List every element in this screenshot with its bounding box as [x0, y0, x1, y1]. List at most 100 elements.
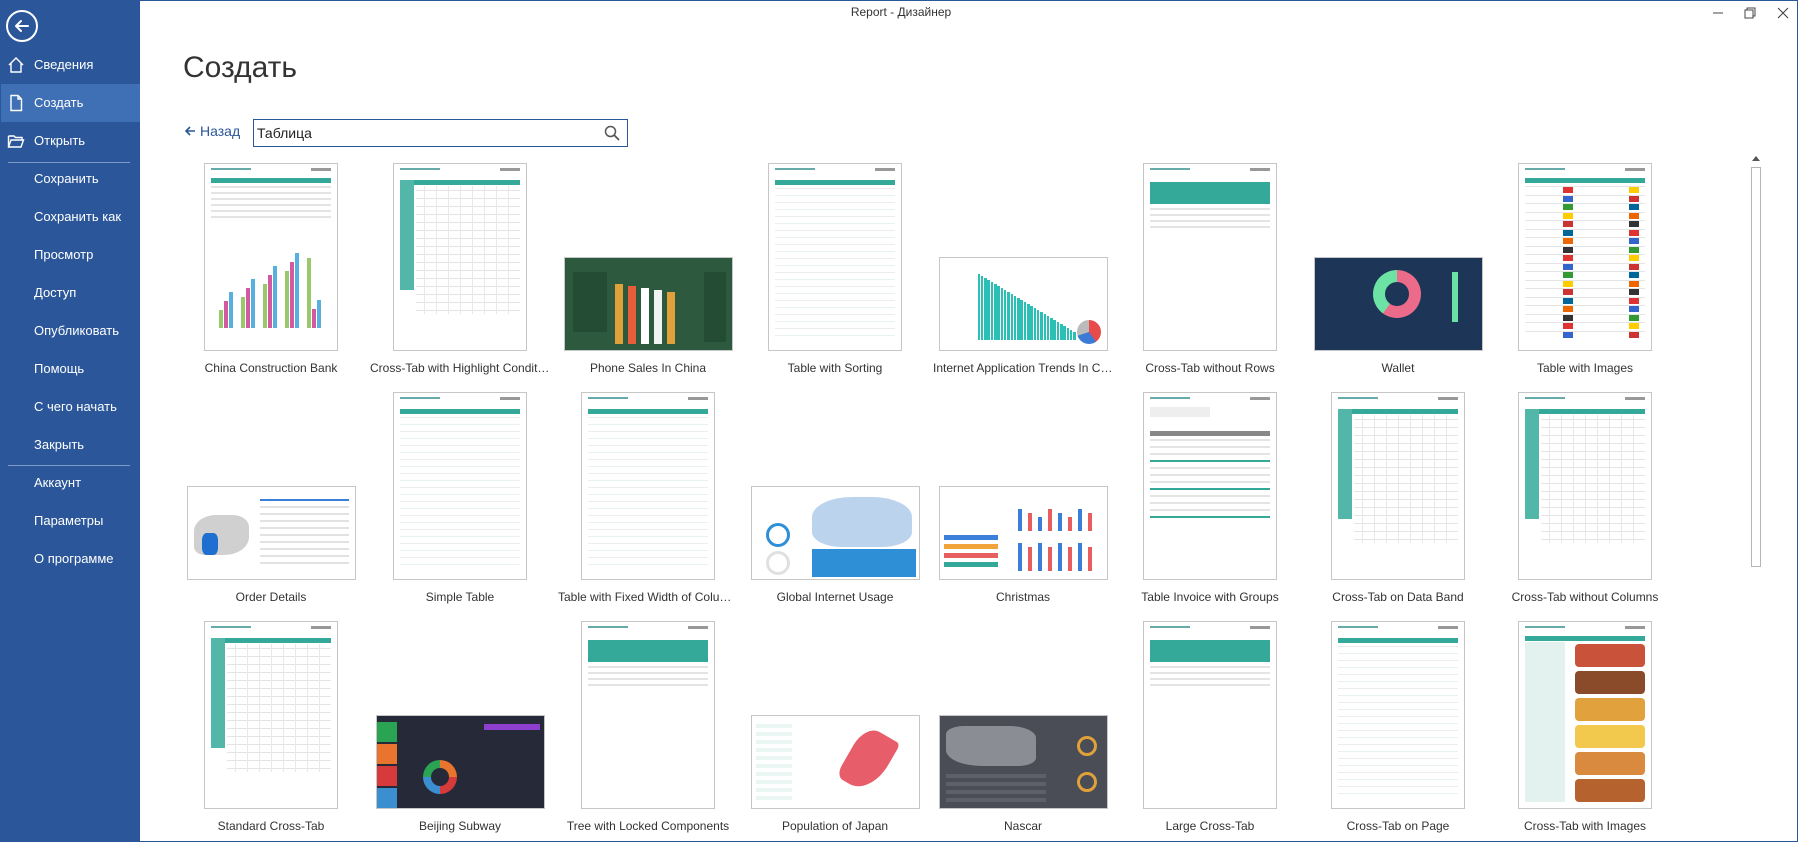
template-label: Order Details: [235, 590, 307, 604]
scroll-thumb[interactable]: [1751, 167, 1761, 567]
home-icon: [8, 57, 24, 73]
sidebar-item-help[interactable]: Помощь: [1, 350, 140, 388]
sidebar-item-label: Опубликовать: [34, 323, 120, 338]
template-label: Cross-Tab with Images: [1523, 819, 1647, 833]
sidebar-item-label: Закрыть: [34, 437, 85, 452]
template-label: Table with Images: [1536, 361, 1634, 375]
back-link[interactable]: Назад: [184, 123, 240, 139]
back-link-label: Назад: [200, 123, 241, 139]
template-label: Cross-Tab without Columns: [1511, 590, 1659, 604]
sidebar-item-account[interactable]: Аккаунт: [1, 464, 140, 502]
sidebar-item-options[interactable]: Параметры: [1, 502, 140, 540]
template-label: Tree with Locked Components: [566, 819, 730, 833]
new-document-icon: [10, 94, 23, 112]
minimize-button[interactable]: [1707, 3, 1729, 23]
sidebar-item-label: Аккаунт: [34, 475, 82, 490]
sidebar: Сведения Создать Открыть Сохранить Сохра…: [1, 1, 140, 841]
sidebar-item-label: Параметры: [34, 513, 104, 528]
template-thumbnail: [1331, 392, 1465, 580]
template-thumbnail: [375, 715, 545, 809]
minimize-icon: [1713, 12, 1723, 14]
sidebar-item-open[interactable]: Открыть: [1, 122, 140, 160]
template-thumbnail: [581, 621, 715, 809]
template-label: Large Cross-Tab: [1165, 819, 1255, 833]
sidebar-item-label: С чего начать: [34, 399, 117, 414]
sidebar-item-about[interactable]: О программе: [1, 540, 140, 578]
sidebar-item-getting-started[interactable]: С чего начать: [1, 388, 140, 426]
template-label: Cross-Tab without Rows: [1145, 361, 1275, 375]
sidebar-item-label: Помощь: [34, 361, 85, 376]
template-thumbnail: [204, 621, 338, 809]
template-label: Cross-Tab on Page: [1346, 819, 1450, 833]
template-thumbnail: [1143, 392, 1277, 580]
close-window-button[interactable]: [1772, 3, 1794, 23]
sidebar-item-label: Сохранить: [34, 171, 99, 186]
sidebar-item-save[interactable]: Сохранить: [1, 160, 140, 198]
folder-open-icon: [7, 135, 25, 148]
template-label: Standard Cross-Tab: [217, 819, 325, 833]
arrow-left-icon: [184, 126, 195, 136]
template-thumbnail: [204, 163, 338, 351]
search-input[interactable]: [257, 122, 587, 144]
template-thumbnail: [1518, 621, 1652, 809]
template-label: Christmas: [995, 590, 1050, 604]
sidebar-item-label: Создать: [34, 95, 84, 110]
template-thumbnail: [1518, 392, 1652, 580]
template-thumbnail: [750, 715, 920, 809]
template-thumbnail: [1518, 163, 1652, 351]
template-label: Cross-Tab on Data Band: [1332, 590, 1464, 604]
restore-button[interactable]: [1739, 3, 1761, 23]
template-label: Table with Sorting: [787, 361, 883, 375]
template-label: Cross-Tab with Highlight Conditio...: [370, 361, 550, 375]
sidebar-item-label: Открыть: [34, 133, 86, 148]
sidebar-item-publish[interactable]: Опубликовать: [1, 312, 140, 350]
search-box: [253, 119, 628, 147]
template-thumbnail: [938, 486, 1108, 580]
chevron-up-icon: [1752, 156, 1760, 161]
gallery-scrollbar[interactable]: [1749, 151, 1763, 571]
template-thumbnail: [1143, 621, 1277, 809]
sidebar-item-label: О программе: [34, 551, 114, 566]
template-label: Nascar: [1003, 819, 1042, 833]
scroll-up-button[interactable]: [1749, 151, 1763, 165]
template-label: Beijing Subway: [418, 819, 502, 833]
sidebar-item-label: Сохранить как: [34, 209, 122, 224]
search-icon: [604, 125, 620, 141]
template-thumbnail: [393, 392, 527, 580]
restore-icon: [1744, 7, 1756, 19]
template-thumbnail: [750, 486, 920, 580]
template-thumbnail: [1331, 621, 1465, 809]
template-label: Simple Table: [425, 590, 495, 604]
template-thumbnail: [768, 163, 902, 351]
template-label: Global Internet Usage: [776, 590, 894, 604]
template-label: Population of Japan: [781, 819, 889, 833]
template-thumbnail: [938, 257, 1108, 351]
sidebar-item-access[interactable]: Доступ: [1, 274, 140, 312]
arrow-left-icon: [15, 20, 29, 32]
template-thumbnail: [938, 715, 1108, 809]
template-label: Table with Fixed Width of Columns: [558, 590, 738, 604]
window-title: Report - Дизайнер: [850, 5, 952, 19]
search-button[interactable]: [603, 124, 623, 144]
template-label: Table Invoice with Groups: [1141, 590, 1279, 604]
template-label: Wallet: [1381, 361, 1415, 375]
sidebar-item-label: Сведения: [34, 57, 94, 72]
template-label: Internet Application Trends In Chi...: [933, 361, 1113, 375]
sidebar-item-create[interactable]: Создать: [1, 84, 140, 122]
template-thumbnail: [563, 257, 733, 351]
designer-window: Сведения Создать Открыть Сохранить Сохра…: [0, 0, 1798, 842]
template-thumbnail: [1143, 163, 1277, 351]
page-title: Создать: [183, 51, 298, 84]
template-label: Phone Sales In China: [589, 361, 707, 375]
back-button[interactable]: [6, 10, 38, 42]
template-thumbnail: [581, 392, 715, 580]
sidebar-item-label: Просмотр: [34, 247, 94, 262]
sidebar-item-close[interactable]: Закрыть: [1, 426, 140, 464]
close-icon: [1777, 7, 1789, 19]
sidebar-item-label: Доступ: [34, 285, 77, 300]
template-thumbnail: [393, 163, 527, 351]
sidebar-item-info[interactable]: Сведения: [1, 46, 140, 84]
sidebar-item-save-as[interactable]: Сохранить как: [1, 198, 140, 236]
template-thumbnail: [186, 486, 356, 580]
sidebar-item-preview[interactable]: Просмотр: [1, 236, 140, 274]
